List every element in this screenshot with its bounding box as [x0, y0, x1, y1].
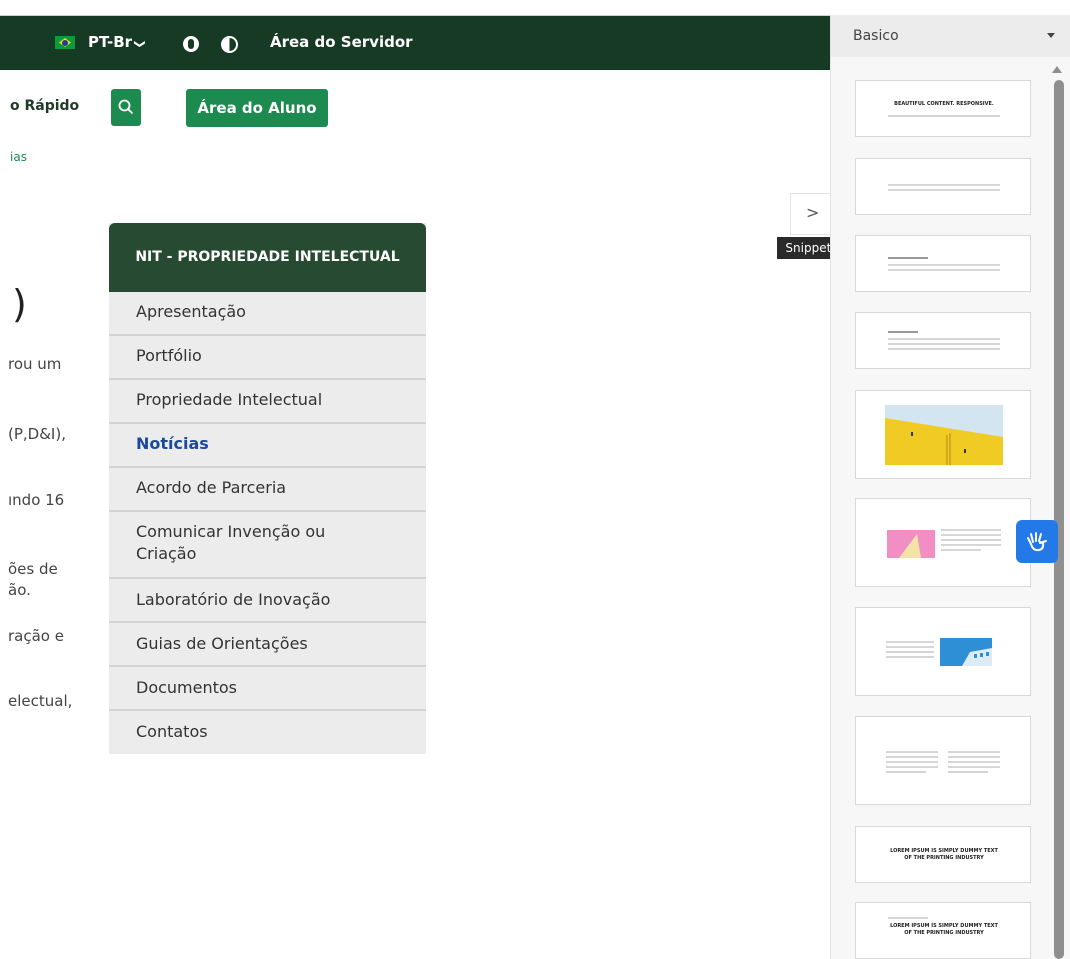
placeholder-line: [888, 189, 1000, 191]
scroll-up-arrow[interactable]: [1052, 66, 1062, 73]
placeholder-heading: [888, 331, 918, 333]
placeholder-line: [886, 656, 934, 658]
language-selector[interactable]: PT-Br ❯: [88, 15, 147, 69]
divider: [109, 621, 426, 623]
placeholder-heading: [888, 257, 928, 259]
nav-item-propriedade-intelectual[interactable]: Propriedade Intelectual: [136, 389, 322, 411]
breadcrumb[interactable]: ias: [10, 150, 27, 164]
snippets-toggle-button[interactable]: >: [790, 193, 832, 235]
body-text: ão.: [8, 581, 31, 599]
snippet-thumbnail[interactable]: [855, 607, 1031, 696]
placeholder-line: [886, 756, 938, 758]
placeholder-line: [888, 264, 1000, 266]
placeholder-line: [886, 641, 934, 643]
divider: [109, 422, 426, 424]
building-image: [885, 405, 1003, 465]
placeholder-line: [941, 544, 1001, 546]
nav-item-apresentacao[interactable]: Apresentação: [136, 301, 246, 323]
student-area-button[interactable]: Área do Aluno: [186, 89, 328, 127]
placeholder-line: [888, 115, 1000, 117]
divider: [109, 510, 426, 512]
placeholder-line: [886, 771, 926, 773]
vlibras-button[interactable]: [1016, 520, 1058, 563]
placeholder-line: [886, 751, 938, 753]
snippet-title: LOREM IPSUM IS SIMPLY DUMMY TEXT OF THE …: [890, 923, 998, 936]
snippet-thumbnail[interactable]: BEAUTIFUL CONTENT. RESPONSIVE.: [855, 80, 1031, 137]
snippet-thumbnail[interactable]: [855, 235, 1031, 292]
body-text: ração e: [8, 627, 64, 645]
placeholder-line: [888, 348, 1000, 350]
nav-item-guias-de-orientacoes[interactable]: Guias de Orientações: [136, 633, 308, 655]
placeholder-line: [948, 751, 1000, 753]
snippet-thumbnail[interactable]: [855, 390, 1031, 479]
divider: [109, 466, 426, 468]
placeholder-line: [941, 549, 981, 551]
body-text: (P,D&I),: [8, 425, 66, 443]
chevron-right-icon: >: [806, 203, 820, 222]
snippet-thumbnail[interactable]: LOREM IPSUM IS SIMPLY DUMMY TEXT OF THE …: [855, 902, 1031, 959]
nav-item-portfolio[interactable]: Portfólio: [136, 345, 202, 367]
placeholder-line: [886, 651, 934, 653]
chevron-down-icon: ❯: [133, 39, 147, 49]
quick-access-link[interactable]: o Rápido: [10, 98, 79, 114]
search-button[interactable]: [111, 89, 141, 126]
body-text: electual,: [8, 692, 73, 710]
nit-nav-panel: NIT - PROPRIEDADE INTELECTUAL Apresentaç…: [109, 223, 426, 754]
snippet-category-select[interactable]: Basico: [831, 15, 1070, 57]
pink-image: [887, 530, 935, 558]
nav-item-acordo-de-parceria[interactable]: Acordo de Parceria: [136, 477, 286, 499]
placeholder-line: [888, 917, 928, 919]
nav-item-contatos[interactable]: Contatos: [136, 721, 208, 743]
snippet-thumbnail[interactable]: [855, 158, 1031, 215]
placeholder-line: [948, 766, 1000, 768]
blue-building-image: [940, 638, 992, 666]
divider: [109, 665, 426, 667]
nav-item-documentos[interactable]: Documentos: [136, 677, 237, 699]
sign-language-hand-icon: [1027, 532, 1047, 552]
divider: [109, 334, 426, 336]
brazil-flag-icon: [55, 36, 75, 49]
contrast-icon[interactable]: [221, 36, 238, 53]
placeholder-line: [941, 534, 1001, 536]
nav-item-noticias[interactable]: Notícias: [136, 433, 209, 455]
placeholder-line: [886, 761, 938, 763]
snippet-title: BEAUTIFUL CONTENT. RESPONSIVE.: [894, 101, 994, 107]
snippet-thumbnail[interactable]: [855, 312, 1031, 369]
placeholder-line: [888, 338, 1000, 340]
body-text: ındo 16: [8, 491, 65, 509]
nav-item-comunicar-invencao[interactable]: Comunicar Invenção ou Criação: [136, 521, 366, 565]
page-title-fragment: ): [12, 282, 27, 326]
accessibility-icon[interactable]: [183, 36, 199, 52]
snippet-thumbnail[interactable]: [855, 498, 1031, 587]
snippets-scrollbar[interactable]: [1054, 80, 1064, 959]
nav-header: NIT - PROPRIEDADE INTELECTUAL: [109, 223, 426, 292]
placeholder-line: [948, 761, 1000, 763]
snippet-category-label: Basico: [853, 28, 899, 44]
placeholder-line: [886, 646, 934, 648]
divider: [109, 577, 426, 579]
snippet-thumbnail[interactable]: LOREM IPSUM IS SIMPLY DUMMY TEXT OF THE …: [855, 826, 1031, 883]
placeholder-line: [941, 529, 1001, 531]
snippets-panel: Basico BEAUTIFUL CONTENT. RESPONSIVE. LO…: [830, 15, 1070, 959]
server-area-link[interactable]: Área do Servidor: [270, 15, 413, 69]
search-icon: [118, 99, 134, 115]
body-text: ões de: [8, 560, 58, 578]
divider: [109, 378, 426, 380]
placeholder-line: [941, 539, 1001, 541]
placeholder-line: [888, 343, 1000, 345]
snippet-title: LOREM IPSUM IS SIMPLY DUMMY TEXT OF THE …: [890, 848, 998, 861]
body-text: rou um: [8, 355, 62, 373]
placeholder-line: [948, 756, 1000, 758]
placeholder-line: [888, 184, 1000, 186]
placeholder-line: [886, 766, 938, 768]
divider: [109, 709, 426, 711]
snippet-thumbnail[interactable]: [855, 716, 1031, 805]
placeholder-line: [948, 771, 988, 773]
caret-down-icon: [1047, 33, 1055, 38]
placeholder-line: [888, 269, 1000, 271]
nav-item-laboratorio-de-inovacao[interactable]: Laboratório de Inovação: [136, 589, 330, 611]
